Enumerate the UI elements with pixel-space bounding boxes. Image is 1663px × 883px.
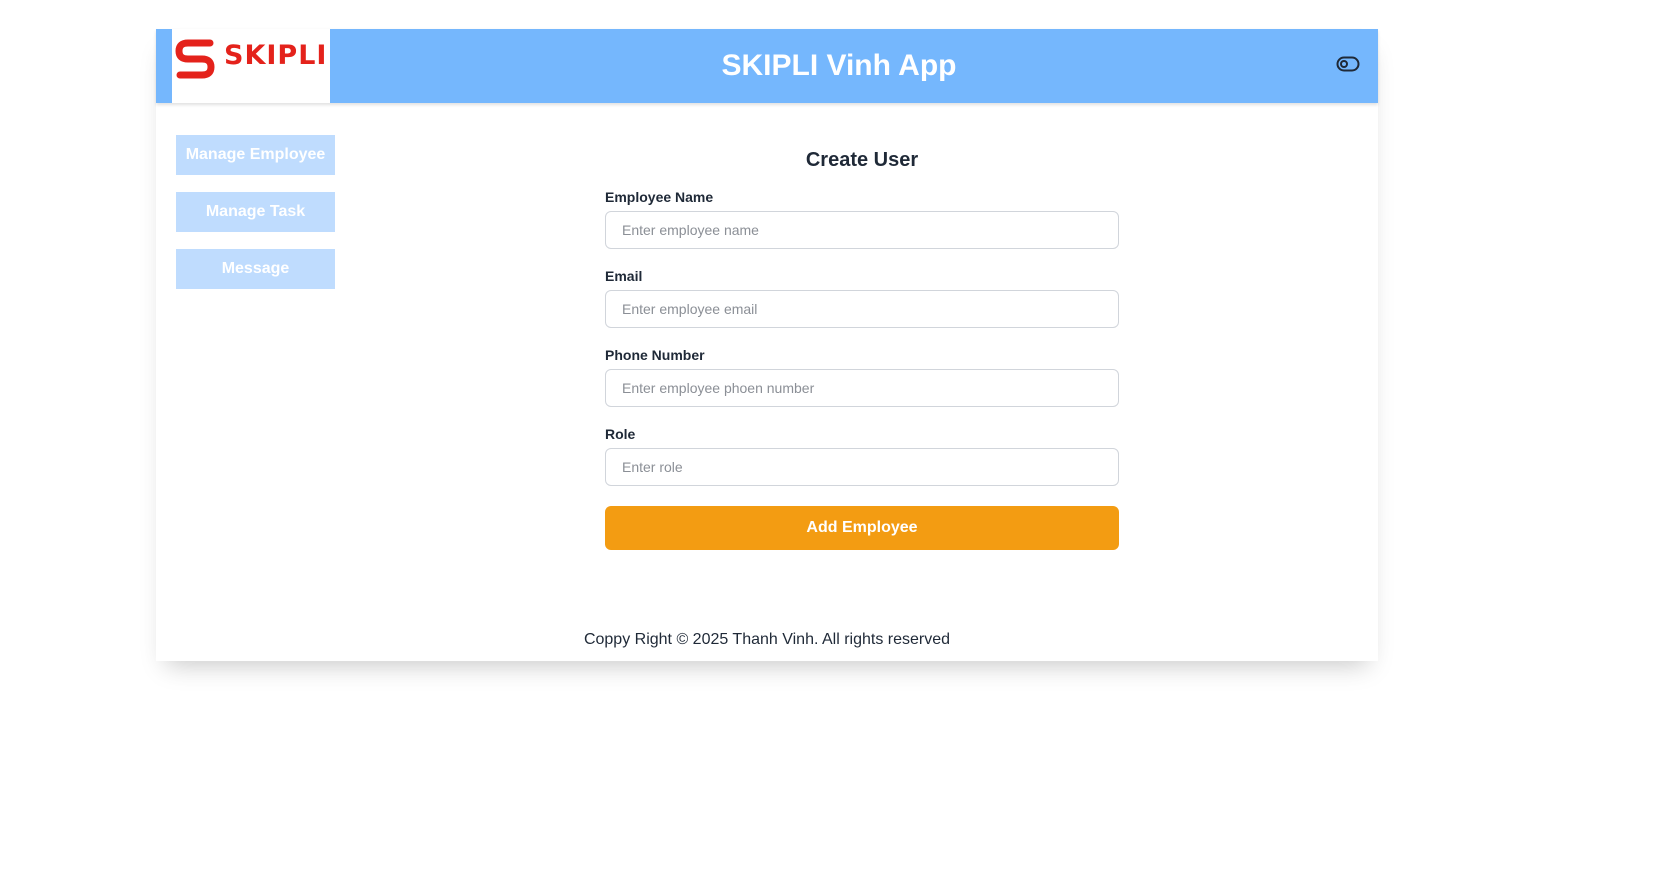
skipli-s-logo-icon [175, 39, 215, 79]
email-input[interactable] [605, 290, 1119, 328]
theme-toggle-icon[interactable] [1336, 55, 1360, 73]
logo[interactable]: SKIPLI [172, 29, 330, 103]
footer-copyright: Coppy Right © 2025 Thanh Vinh. All right… [583, 631, 951, 648]
app-title: SKIPLI Vinh App [721, 49, 957, 82]
employee-name-label: Employee Name [605, 189, 714, 205]
phone-number-input[interactable] [605, 369, 1119, 407]
email-label: Email [605, 268, 643, 284]
sidebar-item-manage-employee[interactable]: Manage Employee [176, 135, 335, 175]
role-label: Role [605, 426, 636, 442]
sidebar-item-message[interactable]: Message [176, 249, 335, 289]
logo-text: SKIPLI [224, 40, 328, 71]
create-user-form: Create User Employee Name Email Phone Nu… [605, 149, 1119, 550]
header: SKIPLI SKIPLI Vinh App [156, 29, 1378, 103]
role-input[interactable] [605, 448, 1119, 486]
form-title: Create User [805, 149, 919, 171]
employee-name-input[interactable] [605, 211, 1119, 249]
add-employee-button[interactable]: Add Employee [605, 506, 1119, 550]
phone-number-label: Phone Number [605, 347, 705, 363]
app-frame: SKIPLI SKIPLI Vinh App Manage Employee M… [156, 29, 1378, 661]
sidebar-item-manage-task[interactable]: Manage Task [176, 192, 335, 232]
sidebar: Manage Employee Manage Task Message [176, 135, 336, 306]
